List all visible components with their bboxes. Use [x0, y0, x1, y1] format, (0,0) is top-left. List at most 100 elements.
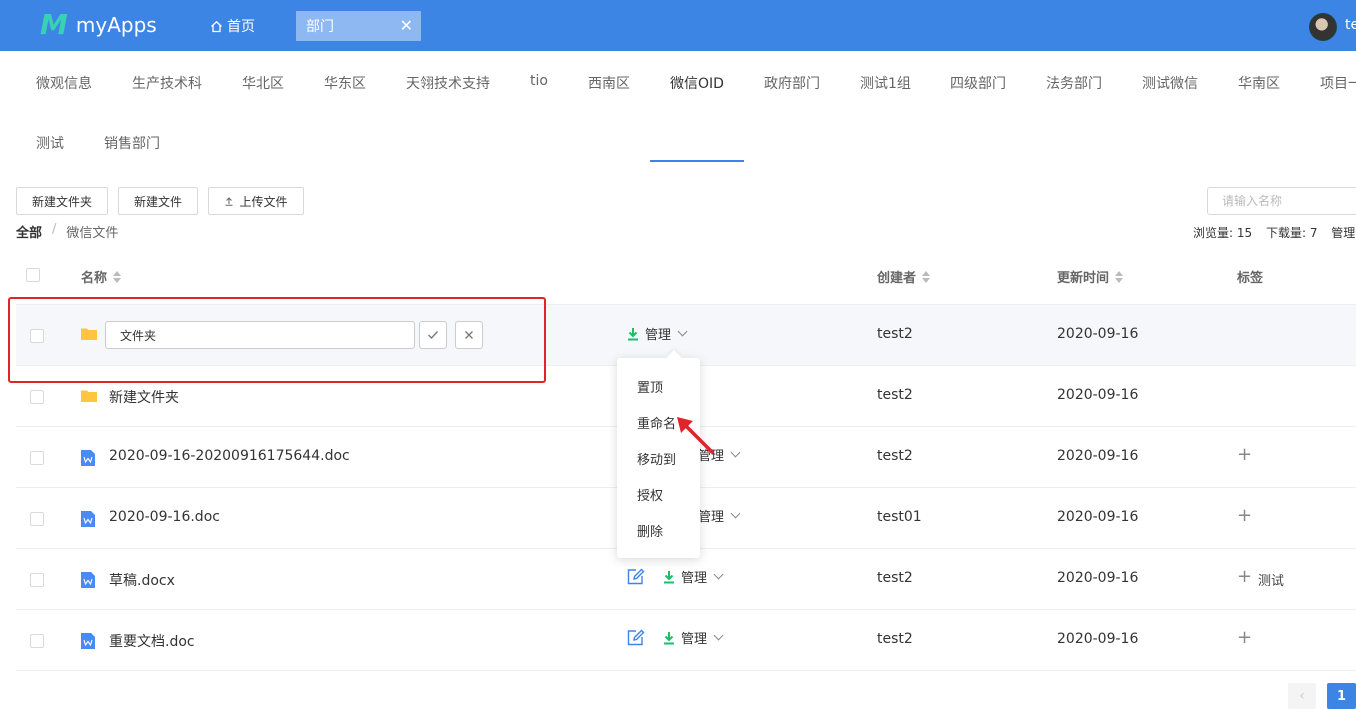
chevron-down-icon[interactable]	[677, 326, 688, 337]
column-updated-label: 更新时间	[1057, 271, 1110, 286]
add-tag-icon[interactable]: +	[1237, 506, 1252, 526]
row-checkbox[interactable]	[30, 451, 44, 465]
dept-tab[interactable]: 天翎技术支持	[406, 73, 490, 93]
sort-icon[interactable]	[1115, 270, 1124, 283]
menu-item-rename[interactable]: 重命名	[637, 413, 676, 432]
dept-tab[interactable]: 销售部门	[104, 133, 160, 153]
add-tag-icon[interactable]: +	[1237, 445, 1252, 465]
manage-dropdown[interactable]: 管理	[698, 506, 724, 525]
dept-tab[interactable]: 政府部门	[764, 73, 820, 93]
column-creator[interactable]: 创建者	[877, 267, 931, 286]
manage-dropdown[interactable]: 管理	[681, 628, 707, 647]
file-name[interactable]: 2020-09-16-20200916175644.doc	[109, 448, 350, 464]
dept-tab-active[interactable]: 微信OID	[670, 73, 724, 93]
edit-icon[interactable]	[627, 629, 645, 646]
dept-tab[interactable]: 四级部门	[950, 73, 1006, 93]
dept-tab[interactable]: 西南区	[588, 73, 630, 93]
upload-icon	[225, 197, 233, 206]
chevron-down-icon[interactable]	[730, 447, 741, 458]
dept-tab[interactable]: 华北区	[242, 73, 284, 93]
row-actions: 管理	[627, 567, 724, 586]
dept-tab[interactable]: 生产技术科	[132, 73, 202, 93]
logo-mark: M	[40, 8, 68, 41]
file-name[interactable]: 重要文档.doc	[109, 631, 195, 651]
dept-tab[interactable]: 测试	[36, 133, 64, 153]
app-logo[interactable]: M myApps	[40, 8, 157, 41]
select-all-checkbox[interactable]	[26, 268, 40, 282]
upload-file-label: 上传文件	[239, 194, 288, 209]
manage-dropdown[interactable]: 管理	[645, 324, 671, 343]
file-name[interactable]: 2020-09-16.doc	[109, 509, 220, 525]
word-doc-icon	[81, 511, 95, 527]
top-bar: M myApps 首页 部门 ✕ te	[0, 0, 1356, 51]
row-creator: test2	[877, 387, 913, 403]
dept-tab[interactable]: 华南区	[1238, 73, 1280, 93]
row-creator: test2	[877, 448, 913, 464]
breadcrumb-root[interactable]: 全部	[16, 222, 42, 241]
prev-page-button[interactable]: ‹	[1288, 683, 1316, 709]
dept-tab[interactable]: 华东区	[324, 73, 366, 93]
manage-menu: 置顶 重命名 移动到 授权 删除	[617, 358, 700, 558]
new-folder-button[interactable]: 新建文件夹	[16, 187, 108, 215]
row-updated: 2020-09-16	[1057, 448, 1139, 464]
word-doc-icon	[81, 450, 95, 466]
menu-item-pin[interactable]: 置顶	[637, 377, 663, 396]
dept-tab[interactable]: 项目一	[1320, 73, 1356, 93]
column-name[interactable]: 名称	[81, 267, 122, 286]
dept-tab[interactable]: tio	[530, 73, 548, 93]
manage-link[interactable]: 管理	[1331, 226, 1355, 240]
search-input[interactable]	[1207, 187, 1356, 215]
user-name[interactable]: te	[1345, 17, 1356, 33]
word-doc-icon	[81, 633, 95, 649]
chevron-down-icon[interactable]	[730, 508, 741, 519]
column-creator-label: 创建者	[877, 271, 917, 286]
page-1-button[interactable]: 1	[1327, 683, 1356, 709]
add-tag-icon[interactable]: +	[1237, 567, 1252, 587]
avatar[interactable]	[1309, 13, 1337, 41]
menu-item-authorize[interactable]: 授权	[637, 485, 663, 504]
tag-label[interactable]: 测试	[1258, 570, 1284, 589]
sort-icon[interactable]	[922, 270, 931, 283]
column-name-label: 名称	[81, 271, 108, 286]
row-checkbox[interactable]	[30, 573, 44, 587]
row-creator: test2	[877, 631, 913, 647]
sort-icon[interactable]	[113, 270, 122, 283]
word-doc-icon	[81, 572, 95, 588]
download-icon[interactable]	[627, 327, 639, 341]
download-icon[interactable]	[663, 631, 675, 645]
new-file-button[interactable]: 新建文件	[118, 187, 198, 215]
close-icon[interactable]: ✕	[400, 16, 413, 36]
folder-stats: 浏览量: 15 下载量: 7 管理	[1193, 224, 1356, 241]
table-row[interactable]: 重要文档.doc 管理 test2 2020-09-16 +	[16, 610, 1356, 671]
add-tag-icon[interactable]: +	[1237, 628, 1252, 648]
tab-department[interactable]: 部门 ✕	[296, 11, 421, 41]
breadcrumb-separator: /	[52, 222, 57, 237]
file-name[interactable]: 草稿.docx	[109, 570, 175, 590]
active-tab-indicator	[650, 160, 744, 162]
row-updated: 2020-09-16	[1057, 326, 1139, 342]
dept-tab[interactable]: 测试1组	[860, 73, 911, 93]
row-checkbox[interactable]	[30, 512, 44, 526]
column-updated[interactable]: 更新时间	[1057, 267, 1124, 286]
upload-file-button[interactable]: 上传文件	[208, 187, 304, 215]
menu-item-move[interactable]: 移动到	[637, 449, 676, 468]
row-updated: 2020-09-16	[1057, 387, 1139, 403]
dept-tab[interactable]: 微观信息	[36, 73, 92, 93]
row-checkbox[interactable]	[30, 390, 44, 404]
edit-icon[interactable]	[627, 568, 645, 585]
menu-item-delete[interactable]: 删除	[637, 521, 663, 540]
dept-tab[interactable]: 法务部门	[1046, 73, 1102, 93]
dept-tab[interactable]: 测试微信	[1142, 73, 1198, 93]
download-icon[interactable]	[663, 570, 675, 584]
manage-dropdown[interactable]: 管理	[681, 567, 707, 586]
chevron-down-icon[interactable]	[713, 569, 724, 580]
row-creator: test01	[877, 509, 922, 525]
row-actions: 管理	[627, 324, 688, 343]
tab-department-label: 部门	[306, 19, 334, 35]
file-name[interactable]: 新建文件夹	[109, 387, 179, 407]
chevron-down-icon[interactable]	[713, 630, 724, 641]
table-row[interactable]: 草稿.docx 管理 test2 2020-09-16 + 测试	[16, 549, 1356, 610]
row-checkbox[interactable]	[30, 634, 44, 648]
home-tab[interactable]: 首页	[210, 16, 255, 36]
row-updated: 2020-09-16	[1057, 509, 1139, 525]
